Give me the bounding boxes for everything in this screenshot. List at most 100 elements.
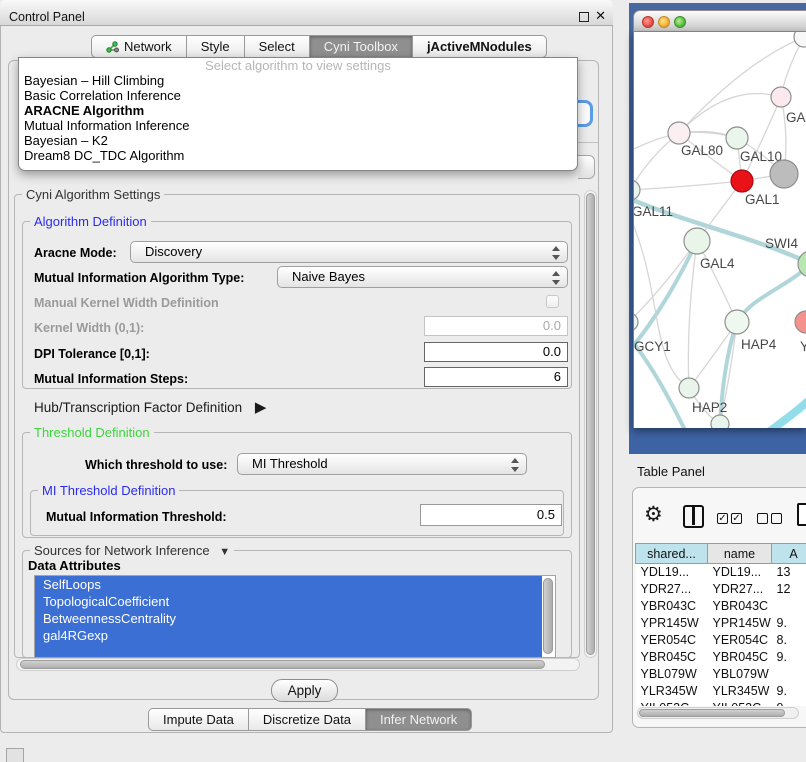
tab-select[interactable]: Select [244, 35, 310, 58]
column-header[interactable]: shared... [636, 544, 708, 564]
network-node[interactable] [711, 415, 729, 428]
close-traffic-light[interactable] [642, 16, 654, 28]
cell[interactable] [772, 598, 806, 615]
cell[interactable]: YER054C [636, 632, 708, 649]
cell[interactable]: YER054C [708, 632, 772, 649]
expander-right-arrow-icon[interactable]: ▶ [255, 399, 267, 416]
list-item[interactable]: TopologicalCoefficient [35, 593, 542, 610]
list-item[interactable]: SelfLoops [35, 576, 542, 593]
dpi-tolerance-field[interactable]: 0.0 [424, 342, 568, 362]
checked-checkbox-icon[interactable]: ✓ [731, 513, 742, 524]
settings-hscroll-thumb[interactable] [20, 660, 545, 669]
close-icon[interactable]: ✕ [595, 8, 606, 24]
cell[interactable] [772, 666, 806, 683]
cell[interactable]: YBL079W [708, 666, 772, 683]
cell[interactable]: YBR045C [636, 649, 708, 666]
network-window-titlebar[interactable] [633, 10, 806, 32]
network-edge[interactable] [679, 94, 781, 133]
cell[interactable]: 9. [772, 615, 806, 632]
columns-icon[interactable] [683, 505, 704, 528]
network-node[interactable] [771, 87, 791, 107]
cell[interactable]: YBR043C [708, 598, 772, 615]
tab-style[interactable]: Style [186, 35, 245, 58]
network-node[interactable] [634, 313, 638, 331]
cell[interactable]: YBL079W [636, 666, 708, 683]
apply-button[interactable]: Apply [271, 679, 338, 702]
cell[interactable]: 8. [772, 632, 806, 649]
tab-jactivemnodules[interactable]: jActiveMNodules [412, 35, 547, 58]
gear-icon[interactable]: ⚙ [644, 504, 663, 525]
unchecked-checkbox-icon[interactable] [757, 513, 768, 524]
cell[interactable]: YBR043C [636, 598, 708, 615]
cell[interactable]: 12 [772, 581, 806, 598]
table-hscroll-thumb[interactable] [639, 709, 785, 717]
network-node[interactable] [794, 32, 806, 47]
cell[interactable]: YBR045C [708, 649, 772, 666]
hub-definition-expander[interactable]: Hub/Transcription Factor Definition ▶ [34, 398, 266, 416]
mi-steps-field[interactable]: 6 [424, 367, 568, 387]
mi-threshold-field[interactable]: 0.5 [420, 504, 562, 526]
network-edge[interactable] [634, 212, 689, 388]
control-panel-titlebar[interactable]: Control Panel ✕ [0, 0, 613, 26]
cell[interactable]: YLR345W [636, 683, 708, 700]
network-canvas[interactable]: GALGAL80GAL10GAL1GAL11GAL4SWI4HAP4YGCY1H… [634, 32, 806, 428]
tab-impute-data[interactable]: Impute Data [148, 708, 249, 731]
list-scrollbar-thumb[interactable] [543, 578, 553, 654]
tab-network[interactable]: Network [91, 35, 187, 58]
data-attributes-list[interactable]: SelfLoops TopologicalCoefficient Between… [34, 575, 556, 658]
cell[interactable]: YPR145W [636, 615, 708, 632]
column-header[interactable]: name [708, 544, 772, 564]
cell[interactable]: YIL052C [708, 700, 772, 707]
checked-checkbox-icon[interactable]: ✓ [717, 513, 728, 524]
network-node[interactable] [668, 122, 690, 144]
network-view[interactable]: GALGAL80GAL10GAL1GAL11GAL4SWI4HAP4YGCY1H… [633, 32, 806, 428]
mi-type-combobox[interactable]: Naive Bayes [277, 266, 568, 288]
tab-infer-network[interactable]: Infer Network [365, 708, 472, 731]
popup-item[interactable]: Bayesian – K2 [19, 133, 577, 148]
cell[interactable]: YDL19... [636, 564, 708, 581]
network-edge[interactable] [634, 241, 697, 354]
cell[interactable]: YDR27... [708, 581, 772, 598]
cell[interactable]: 9 [772, 700, 806, 707]
network-node[interactable] [684, 228, 710, 254]
popup-item-selected[interactable]: ARACNE Algorithm [19, 103, 577, 118]
cell[interactable]: YPR145W [708, 615, 772, 632]
network-node[interactable] [731, 170, 753, 192]
list-scrollbar[interactable] [543, 578, 553, 654]
list-item[interactable]: gal4RGexp [35, 627, 542, 644]
popup-item[interactable]: Basic Correlation Inference [19, 88, 577, 103]
popup-item[interactable]: Dream8 DC_TDC Algorithm [19, 148, 577, 163]
unchecked-checkbox-icon[interactable] [771, 513, 782, 524]
popup-item[interactable]: Bayesian – Hill Climbing [19, 73, 577, 88]
expander-down-arrow-icon[interactable]: ▼ [219, 546, 230, 558]
which-threshold-combobox[interactable]: MI Threshold [237, 453, 527, 475]
list-item[interactable]: BetweennessCentrality [35, 610, 542, 627]
column-header[interactable]: A [772, 544, 806, 564]
float-window-icon[interactable] [579, 12, 589, 22]
settings-vertical-scrollbar[interactable] [584, 190, 597, 658]
cell[interactable]: YIL052C [636, 700, 708, 707]
settings-horizontal-scrollbar[interactable] [16, 658, 580, 671]
sources-expander[interactable]: Sources for Network Inference ▼ [30, 543, 234, 558]
network-edge[interactable] [634, 181, 742, 190]
settings-vscroll-thumb[interactable] [586, 193, 595, 655]
cell[interactable]: YLR345W [708, 683, 772, 700]
cell[interactable]: 9. [772, 683, 806, 700]
tab-discretize-data[interactable]: Discretize Data [248, 708, 366, 731]
network-node[interactable] [679, 378, 699, 398]
list-item-partial[interactable] [35, 644, 542, 658]
minimized-panel-icon[interactable] [6, 748, 24, 762]
cell[interactable]: 9. [772, 649, 806, 666]
aracne-mode-combobox[interactable]: Discovery [130, 241, 568, 263]
network-edge[interactable] [688, 241, 697, 388]
zoom-traffic-light[interactable] [674, 16, 686, 28]
network-node[interactable] [726, 127, 748, 149]
minimize-traffic-light[interactable] [658, 16, 670, 28]
network-node[interactable] [634, 180, 640, 200]
network-edge[interactable] [766, 394, 806, 428]
cell[interactable]: YDL19... [708, 564, 772, 581]
network-node[interactable] [725, 310, 749, 334]
export-table-icon[interactable] [797, 503, 806, 526]
inference-algorithm-combobox-fragment[interactable] [577, 100, 593, 127]
table-horizontal-scrollbar[interactable] [637, 707, 799, 719]
